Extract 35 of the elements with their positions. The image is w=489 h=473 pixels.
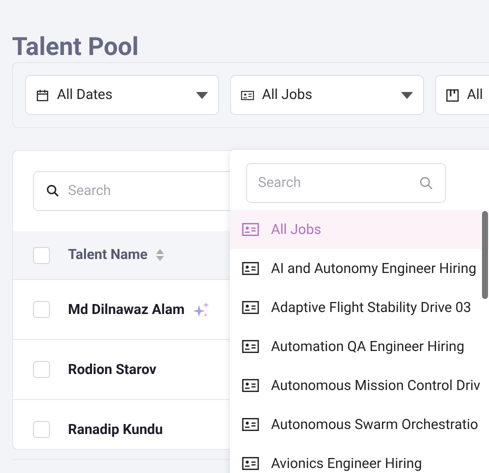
id-card-icon: [242, 340, 259, 353]
search-icon: [46, 184, 59, 197]
id-card-icon: [242, 223, 259, 236]
id-card-icon: [242, 301, 259, 314]
search-field[interactable]: Search: [246, 163, 446, 203]
page-title: Talent Pool: [12, 32, 140, 62]
talent-name: Md Dilnawaz Alam: [68, 302, 185, 318]
sort-icon[interactable]: [156, 249, 164, 261]
filter-dropdown[interactable]: All Dates: [25, 75, 219, 115]
id-card-icon: [242, 457, 259, 470]
menu-item[interactable]: Autonomous Mission Control Driv: [230, 366, 489, 405]
caret-icon: [401, 92, 413, 98]
search-icon: [419, 176, 433, 190]
filter-dropdown[interactable]: All Jobs: [230, 75, 424, 115]
id-card-icon: [242, 418, 259, 431]
id-card-icon: [242, 262, 259, 275]
filter-dropdown[interactable]: All: [435, 75, 489, 115]
board-icon: [446, 88, 459, 102]
id-card-icon: [241, 88, 254, 102]
calendar-icon: [36, 88, 49, 102]
checkbox[interactable]: [33, 301, 50, 318]
scrollbar[interactable]: [482, 211, 488, 299]
menu-item[interactable]: AI and Autonomy Engineer Hiring: [230, 249, 489, 288]
checkbox[interactable]: [33, 361, 50, 378]
column-header[interactable]: Talent Name: [68, 247, 148, 263]
caret-icon: [196, 92, 208, 98]
menu-item[interactable]: Autonomous Swarm Orchestratio: [230, 405, 489, 444]
id-card-icon: [242, 379, 259, 392]
checkbox[interactable]: [33, 246, 50, 264]
checkbox[interactable]: [33, 421, 50, 438]
menu-item[interactable]: Avionics Engineer Hiring: [230, 444, 489, 473]
talent-name: Rodion Starov: [68, 362, 156, 378]
menu-item[interactable]: Automation QA Engineer Hiring: [230, 327, 489, 366]
talent-name: Ranadip Kundu: [68, 422, 163, 438]
menu-item[interactable]: Adaptive Flight Stability Drive 03: [230, 288, 489, 327]
